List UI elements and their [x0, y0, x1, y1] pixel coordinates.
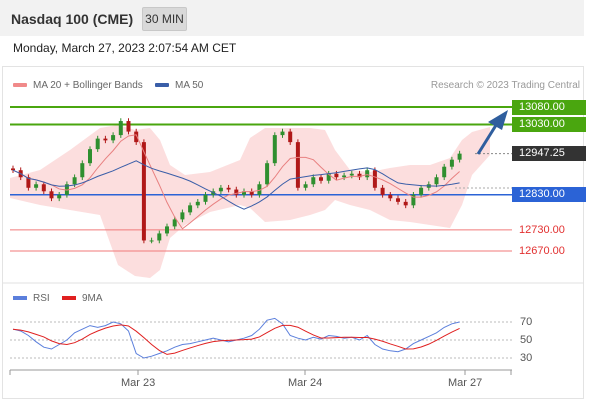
rsi-ma-legend-swatch: [62, 296, 76, 301]
candle-body: [396, 198, 400, 202]
candle-body: [334, 173, 339, 178]
x-label-mar24: Mar 24: [288, 377, 323, 389]
candle-body: [311, 177, 316, 185]
candle-body: [295, 142, 300, 188]
candle-body: [342, 175, 347, 178]
candle-body: [141, 142, 146, 241]
rsi-ma-line: [12, 324, 460, 355]
candle-body: [265, 163, 270, 185]
candle-body: [103, 138, 108, 141]
candle-body: [172, 219, 177, 227]
bollinger-band-area: [10, 125, 490, 278]
candle-body: [118, 121, 123, 136]
candle-body: [188, 205, 193, 213]
support-tag-1: 12730.00: [519, 224, 565, 236]
candle-body: [11, 168, 15, 171]
candle-body: [280, 131, 285, 136]
candle-body: [349, 173, 354, 176]
rsi-tick-30: 30: [520, 352, 533, 364]
last-price-tag: 12947.25: [512, 146, 586, 161]
candle-body: [180, 212, 185, 220]
candle-body: [403, 201, 408, 206]
resistance-tag-2: 13030.00: [512, 117, 586, 132]
candle-body: [419, 187, 424, 195]
candle-body: [372, 170, 377, 188]
rsi-tick-70: 70: [520, 316, 533, 328]
rsi-line: [12, 317, 460, 359]
candle-body: [288, 131, 293, 143]
candle-body: [157, 233, 162, 241]
rsi-legend-label: RSI: [33, 293, 50, 304]
candle-body: [449, 159, 454, 167]
candle-body: [457, 153, 462, 160]
candle-body: [111, 135, 116, 141]
candle-body: [34, 184, 39, 188]
candle-body: [41, 184, 46, 192]
rsi-legend-item: RSI: [13, 293, 50, 304]
candle-body: [88, 149, 92, 164]
candle-body: [195, 201, 200, 206]
candle-body: [165, 226, 169, 234]
candle-body: [365, 170, 370, 178]
candle-body: [272, 135, 277, 164]
candle-body: [218, 187, 223, 192]
candle-body: [72, 177, 77, 185]
candle-body: [303, 184, 308, 188]
candle-body: [49, 191, 54, 199]
rsi-tick-50: 50: [520, 334, 533, 346]
candle-body: [149, 240, 154, 242]
candle-body: [57, 194, 62, 199]
x-label-mar23: Mar 23: [121, 377, 156, 389]
rsi-legend-swatch: [13, 296, 27, 301]
support-tag-2: 12670.00: [519, 245, 565, 257]
candle-body: [434, 177, 439, 185]
candle-body: [442, 166, 447, 178]
candle-body: [126, 121, 131, 132]
candle-body: [203, 194, 208, 202]
candle-body: [388, 194, 393, 199]
candle-body: [226, 187, 231, 190]
forecast-arrowhead: [488, 110, 508, 130]
candle-body: [80, 163, 85, 178]
pivot-tag: 12830.00: [512, 187, 586, 202]
rsi-ma-legend-item: 9MA: [62, 293, 103, 304]
rsi-ma-legend-label: 9MA: [82, 293, 103, 304]
resistance-tag-1: 13080.00: [512, 100, 586, 115]
candle-body: [95, 138, 100, 150]
x-label-mar27: Mar 27: [448, 377, 483, 389]
candle-body: [319, 177, 323, 181]
candle-body: [380, 187, 385, 195]
price-chart-canvas: [3, 106, 584, 375]
